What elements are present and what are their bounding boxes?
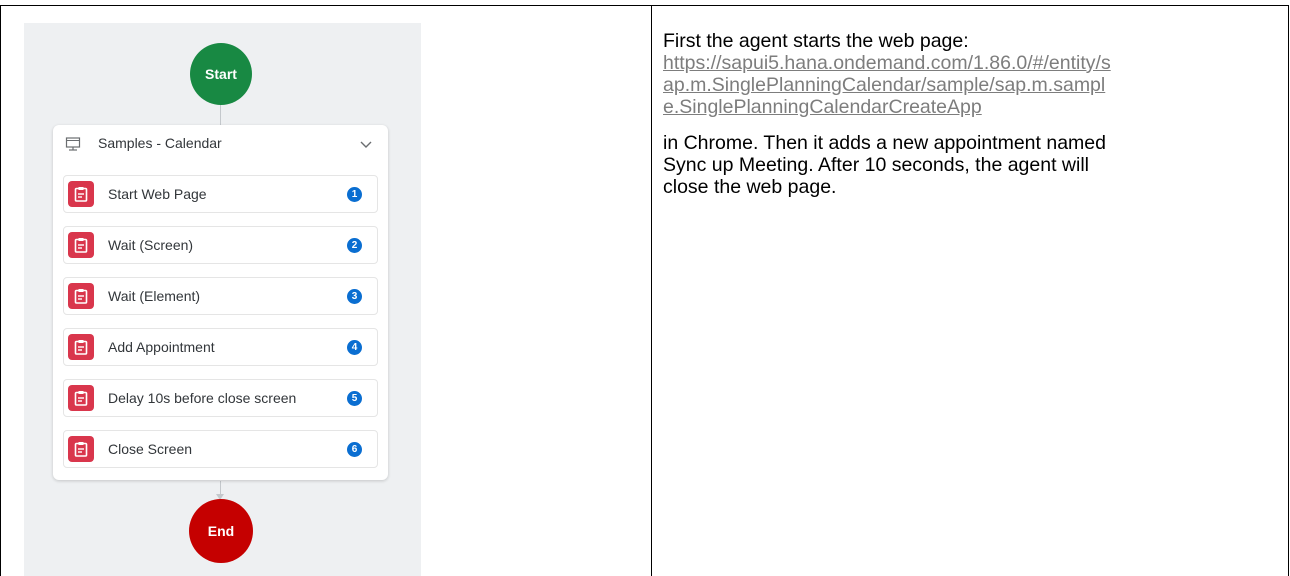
end-node-label: End	[207, 523, 235, 539]
step-start-web-page[interactable]: Start Web Page 1	[63, 175, 378, 213]
step-label: Delay 10s before close screen	[108, 390, 297, 406]
step-label: Wait (Element)	[108, 288, 201, 304]
step-number-badge: 6	[347, 442, 362, 457]
description-intro: First the agent starts the web page:	[663, 30, 969, 52]
clipboard-icon	[68, 334, 94, 360]
step-wait-screen[interactable]: Wait (Screen) 2	[63, 226, 378, 264]
step-label: Close Screen	[108, 441, 193, 457]
chevron-down-icon[interactable]	[359, 139, 373, 149]
step-wait-element[interactable]: Wait (Element) 3	[63, 277, 378, 315]
step-label: Add Appointment	[108, 339, 215, 355]
url-link-line-3[interactable]: e.SinglePlanningCalendarCreateApp	[663, 96, 1278, 118]
description-line-2: Sync up Meeting. After 10 seconds, the a…	[663, 154, 1090, 176]
step-number-badge: 5	[347, 391, 362, 406]
step-number-badge: 1	[347, 187, 362, 202]
step-number-badge: 3	[347, 289, 362, 304]
step-label: Start Web Page	[108, 186, 207, 202]
screen-icon	[65, 137, 81, 151]
clipboard-icon	[68, 181, 94, 207]
table-border-middle	[651, 5, 652, 576]
clipboard-icon	[68, 385, 94, 411]
description-cell: First the agent starts the web page: htt…	[663, 30, 1278, 198]
step-label: Wait (Screen)	[108, 237, 194, 253]
start-node-label: Start	[205, 66, 237, 82]
step-delay-before-close[interactable]: Delay 10s before close screen 5	[63, 379, 378, 417]
start-connector	[220, 104, 221, 126]
end-node[interactable]: End	[189, 499, 253, 563]
group-header[interactable]: Samples - Calendar	[53, 125, 388, 165]
step-add-appointment[interactable]: Add Appointment 4	[63, 328, 378, 366]
description-line-1: in Chrome. Then it adds a new appointmen…	[663, 132, 1106, 154]
activity-group-samples-calendar[interactable]: Samples - Calendar Start Web Page 1 Wait…	[53, 125, 388, 480]
url-link-line-1[interactable]: https://sapui5.hana.ondemand.com/1.86.0/…	[663, 52, 1278, 74]
table-border-top	[0, 5, 1289, 6]
description-line-3: close the web page.	[663, 176, 837, 198]
clipboard-icon	[68, 283, 94, 309]
table-border-left	[0, 5, 1, 576]
step-close-screen[interactable]: Close Screen 6	[63, 430, 378, 468]
table-border-right	[1288, 5, 1289, 576]
step-number-badge: 2	[347, 238, 362, 253]
clipboard-icon	[68, 436, 94, 462]
group-title: Samples - Calendar	[98, 135, 222, 151]
start-node[interactable]: Start	[190, 43, 252, 105]
url-link-line-2[interactable]: ap.m.SinglePlanningCalendar/sample/sap.m…	[663, 74, 1278, 96]
clipboard-icon	[68, 232, 94, 258]
step-number-badge: 4	[347, 340, 362, 355]
